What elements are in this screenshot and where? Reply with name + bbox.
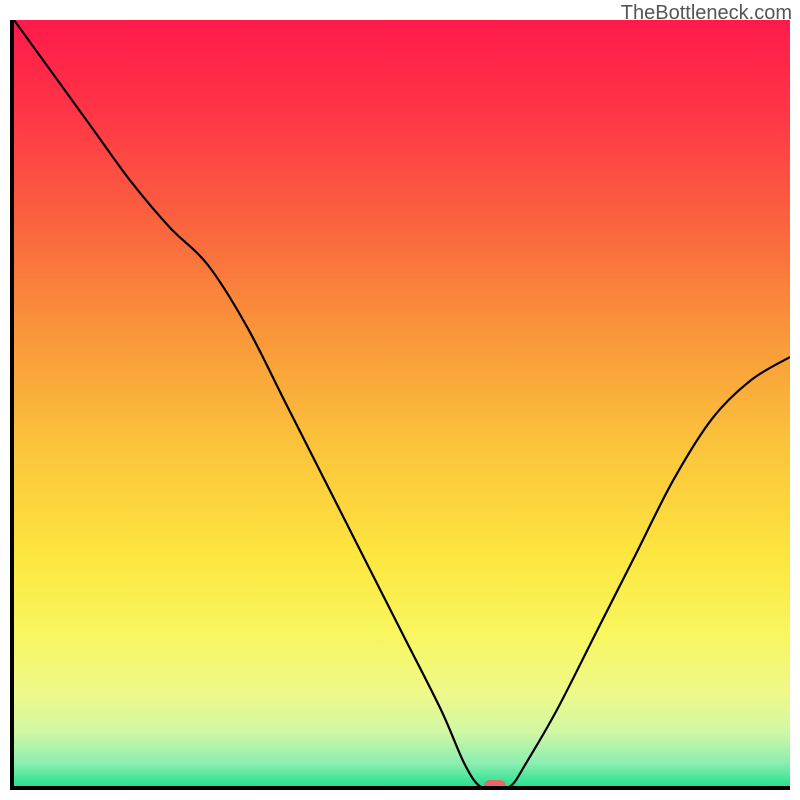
watermark-text: TheBottleneck.com xyxy=(621,2,792,25)
chart-frame xyxy=(10,20,790,790)
